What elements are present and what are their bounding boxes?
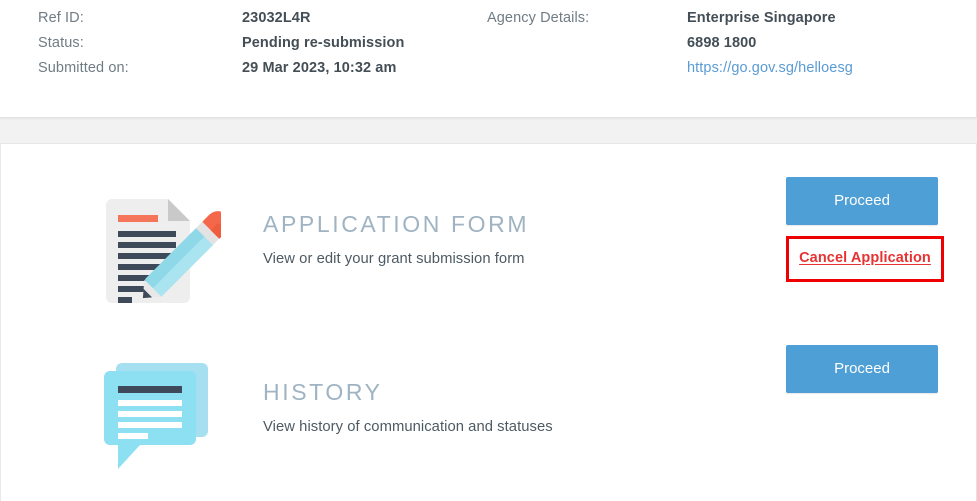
task-list-card: APPLICATION FORM View or edit your grant… xyxy=(0,143,977,501)
summary-field-agency-phone: 6898 1800 xyxy=(487,31,853,56)
task-row-application-form: APPLICATION FORM View or edit your grant… xyxy=(1,177,977,355)
agency-website-link[interactable]: https://go.gov.sg/helloesg xyxy=(687,56,853,81)
page-root: Ref ID: 23032L4R Status: Pending re-subm… xyxy=(0,0,977,501)
proceed-button-history[interactable]: Proceed xyxy=(786,345,938,393)
task-text-history: HISTORY View history of communication an… xyxy=(263,377,553,439)
summary-field-agency-website: https://go.gov.sg/helloesg xyxy=(487,56,853,81)
ref-id-label: Ref ID: xyxy=(38,10,84,26)
summary-field-ref-id: Ref ID: 23032L4R xyxy=(38,6,404,31)
task-text-application-form: APPLICATION FORM View or edit your grant… xyxy=(263,209,529,271)
summary-right-column: Agency Details: Enterprise Singapore 689… xyxy=(487,6,853,81)
task-actions-history: Proceed xyxy=(786,345,938,393)
cancel-application-highlight-box: Cancel Application xyxy=(786,236,944,282)
history-description: View history of communication and status… xyxy=(263,419,553,435)
cancel-application-link[interactable]: Cancel Application xyxy=(789,250,941,266)
document-pencil-icon xyxy=(96,187,221,312)
task-row-history: HISTORY View history of communication an… xyxy=(1,345,977,501)
proceed-button-application-form[interactable]: Proceed xyxy=(786,177,938,225)
summary-field-submitted-on: Submitted on: 29 Mar 2023, 10:32 am xyxy=(38,56,404,81)
status-label: Status: xyxy=(38,35,84,51)
summary-field-status: Status: Pending re-submission xyxy=(38,31,404,56)
submitted-on-label: Submitted on: xyxy=(38,60,129,76)
ref-id-value: 23032L4R xyxy=(242,10,311,26)
summary-field-agency: Agency Details: Enterprise Singapore xyxy=(487,6,853,31)
status-value: Pending re-submission xyxy=(242,35,405,51)
agency-phone-value: 6898 1800 xyxy=(687,35,757,51)
agency-details-label: Agency Details: xyxy=(487,10,590,26)
submitted-on-value: 29 Mar 2023, 10:32 am xyxy=(242,60,397,76)
application-form-title: APPLICATION FORM xyxy=(263,211,530,237)
application-summary-panel: Ref ID: 23032L4R Status: Pending re-subm… xyxy=(0,0,977,118)
task-actions-application-form: Proceed Cancel Application xyxy=(786,177,944,282)
summary-left-column: Ref ID: 23032L4R Status: Pending re-subm… xyxy=(38,6,404,81)
speech-bubble-icon xyxy=(96,355,221,480)
agency-name-value: Enterprise Singapore xyxy=(687,10,836,26)
summary-inner: Ref ID: 23032L4R Status: Pending re-subm… xyxy=(0,0,977,117)
history-title: HISTORY xyxy=(263,379,383,405)
application-form-description: View or edit your grant submission form xyxy=(263,251,525,267)
